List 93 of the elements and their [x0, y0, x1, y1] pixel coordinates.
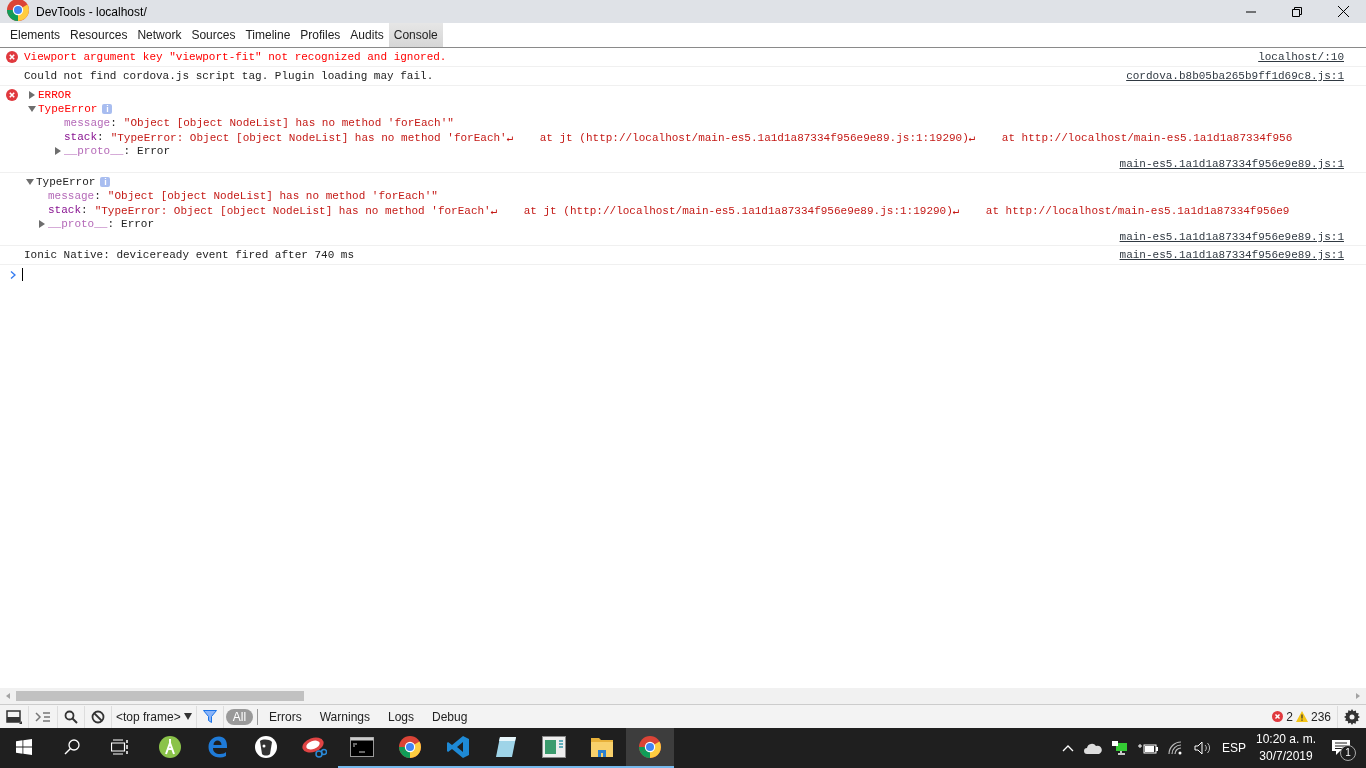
property-key: stack	[64, 131, 97, 143]
level-filter[interactable]: Debug	[425, 708, 475, 725]
scissors-icon	[301, 735, 327, 759]
info-badge: i	[102, 104, 113, 114]
property-value: "TypeError: Object [object NodeList] has no method 'forEach'↵ at jt (http://localhost/main-es5.1a1d1a87334f956e9e89.js:1:19290)↵ at http://localhost/main-es5.1a1d1a87334f956	[110, 130, 1293, 144]
monitor-icon[interactable]	[1111, 741, 1128, 755]
panel-tab[interactable]: Elements	[5, 23, 66, 47]
speaker-icon[interactable]	[1193, 741, 1212, 755]
folder-icon	[590, 736, 614, 758]
source-link[interactable]: cordova.b8b05ba265b9ff1d69c8.js:1	[1126, 70, 1344, 82]
clock[interactable]: 10:20 a. m. 30/7/2019	[1255, 731, 1316, 765]
panel-tab[interactable]: Audits	[345, 23, 389, 47]
gear-icon	[1344, 708, 1360, 725]
compass-icon	[158, 735, 182, 759]
property-value: Error	[137, 145, 171, 157]
property-value: "Object [object NodeList] has no method 'forEach'"	[123, 117, 454, 129]
battery-icon[interactable]	[1137, 742, 1158, 754]
separator: :	[94, 190, 101, 202]
level-filter[interactable]: Warnings	[312, 708, 377, 725]
expanded-triangle-icon[interactable]	[26, 178, 34, 186]
level-filter[interactable]: Logs	[381, 708, 421, 725]
wifi-icon[interactable]	[1167, 741, 1184, 755]
warning-count: 236	[1310, 709, 1331, 724]
no-entry-icon	[91, 709, 105, 724]
separator: :	[110, 117, 117, 129]
notepad-icon	[494, 735, 518, 759]
property-value: Error	[121, 218, 155, 230]
separator: :	[97, 131, 104, 143]
property-key[interactable]: __proto__	[64, 145, 124, 157]
cloud-icon[interactable]	[1083, 742, 1102, 754]
expanded-triangle-icon[interactable]	[28, 105, 36, 113]
restore-icon	[1292, 6, 1302, 17]
separator: :	[123, 145, 131, 157]
color-wheel-icon	[6, 0, 30, 22]
scrollbar-thumb[interactable]	[16, 691, 304, 701]
caret-icon	[183, 713, 192, 720]
panel-tab[interactable]: Profiles	[295, 23, 346, 47]
separator: :	[107, 218, 115, 230]
object-name[interactable]: TypeError	[38, 103, 98, 115]
source-link[interactable]: main-es5.1a1d1a87334f956e9e89.js:1	[1119, 158, 1344, 170]
source-link[interactable]: main-es5.1a1d1a87334f956e9e89.js:1	[1119, 249, 1344, 261]
text-cursor	[22, 268, 23, 281]
property-key: message	[48, 190, 95, 202]
collapsed-triangle-icon[interactable]	[54, 147, 62, 155]
taskbar-button[interactable]	[626, 728, 674, 768]
color-wheel-icon	[638, 735, 662, 759]
error-count: 2	[1286, 709, 1293, 724]
input-language[interactable]: ESP	[1221, 741, 1246, 755]
object-name[interactable]: TypeError	[36, 176, 96, 188]
error-icon	[6, 89, 18, 101]
source-link[interactable]: localhost/:10	[1258, 51, 1344, 63]
property-key: stack	[48, 204, 81, 216]
task-view-icon	[111, 739, 129, 755]
separator: :	[81, 204, 88, 216]
group-label[interactable]: ERROR	[38, 89, 71, 101]
info-badge: i	[100, 177, 111, 187]
search-icon	[64, 709, 78, 724]
property-key: message	[64, 117, 111, 129]
drawer-icon	[35, 710, 51, 723]
warning-icon	[1295, 711, 1308, 722]
notification-count: 1	[1340, 745, 1356, 761]
collapsed-triangle-icon[interactable]	[38, 220, 46, 228]
browser-icon	[206, 735, 230, 759]
close-icon	[1337, 6, 1349, 17]
panel-tab[interactable]: Network	[132, 23, 187, 47]
error-icon	[6, 51, 18, 63]
chevron-up-icon[interactable]	[1061, 744, 1074, 752]
error-icon	[1272, 711, 1284, 722]
property-key[interactable]: __proto__	[48, 218, 108, 230]
windows-icon	[16, 739, 32, 755]
notification-button[interactable]: 1	[1326, 733, 1356, 763]
collapsed-triangle-icon[interactable]	[28, 91, 36, 99]
dock-icon	[6, 709, 22, 724]
level-filter[interactable]: Errors	[262, 708, 309, 725]
panel-tab[interactable]: Resources	[65, 23, 133, 47]
console-message: Could not find cordova.js script tag. Plugin loading may fail.	[24, 70, 435, 82]
search-icon	[64, 739, 80, 755]
frame-dropdown[interactable]: <top frame>	[112, 705, 197, 728]
property-value: "Object [object NodeList] has no method 'forEach'"	[107, 190, 438, 202]
console-message: Viewport argument key "viewport-fit" not recognized and ignored.	[24, 51, 448, 63]
color-wheel-icon	[398, 735, 422, 759]
source-link[interactable]: main-es5.1a1d1a87334f956e9e89.js:1	[1119, 231, 1344, 243]
terminal-icon	[350, 737, 374, 757]
panel-tab[interactable]: Console	[388, 23, 443, 47]
filter-icon	[202, 710, 217, 723]
prompt-chevron-icon	[10, 270, 16, 279]
property-value: "TypeError: Object [object NodeList] has no method 'forEach'↵ at jt (http://localhost/main-es5.1a1d1a87334f956e9e89.js:1:19290)↵ at http://localhost/main-es5.1a1d1a87334f956e9	[94, 203, 1290, 217]
window-title: DevTools - localhost/	[36, 4, 148, 19]
panel-tab[interactable]: Sources	[186, 23, 241, 47]
console-message: Ionic Native: deviceready event fired after 740 ms	[24, 249, 356, 261]
ribbon-icon	[446, 735, 470, 759]
panel-tab[interactable]: Timeline	[240, 23, 296, 47]
window-icon	[542, 736, 566, 758]
